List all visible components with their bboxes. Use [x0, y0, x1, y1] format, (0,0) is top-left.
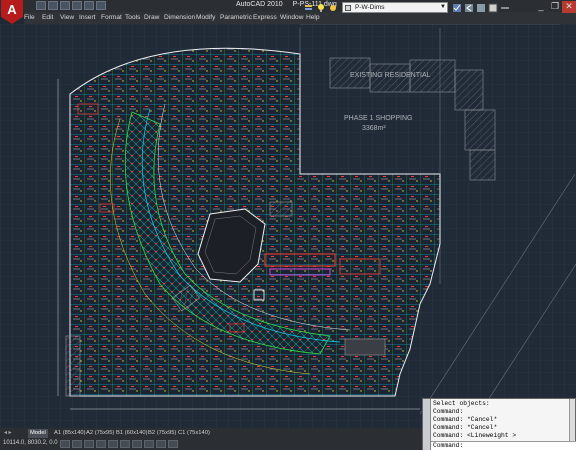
menu-parametric[interactable]: Parametric	[220, 14, 252, 21]
autocad-logo-icon[interactable]: A	[1, 0, 23, 24]
linetype-icon[interactable]	[500, 3, 510, 13]
grid-toggle[interactable]	[72, 440, 82, 448]
quick-access-toolbar	[36, 1, 106, 11]
menu-format[interactable]: Format	[101, 14, 122, 21]
command-history-line: Command:	[433, 408, 464, 415]
status-bar: 10114.0, 8030.2, 0.0	[0, 438, 422, 450]
menu-file[interactable]: File	[24, 14, 35, 21]
command-history-line: Command: <Lineweight >	[433, 432, 517, 439]
redo-icon[interactable]	[84, 1, 94, 10]
area-label: 3368m²	[362, 125, 386, 132]
close-button[interactable]: ✕	[562, 1, 576, 13]
menu-draw[interactable]: Draw	[144, 14, 159, 21]
dyn-toggle[interactable]	[144, 440, 154, 448]
current-layer-name: P-W-Dims	[355, 4, 385, 11]
polar-toggle[interactable]	[96, 440, 106, 448]
layer-properties-icon[interactable]	[304, 3, 314, 13]
menu-modify[interactable]: Modify	[196, 14, 215, 21]
command-input[interactable]: Command:	[431, 441, 576, 450]
existing-residential-label: EXISTING RESIDENTIAL	[350, 72, 431, 79]
autocad-window: A AutoCAD 2010 P-PS-111.dwg File Edit Vi…	[0, 0, 576, 450]
menu-tools[interactable]: Tools	[125, 14, 140, 21]
lineweight-toggle[interactable]	[156, 440, 166, 448]
new-file-icon[interactable]	[36, 1, 46, 10]
layer-state-icon[interactable]	[476, 3, 486, 13]
plot-icon[interactable]	[96, 1, 106, 10]
open-file-icon[interactable]	[48, 1, 58, 10]
save-icon[interactable]	[60, 1, 70, 10]
ortho-toggle[interactable]	[84, 440, 94, 448]
undo-icon[interactable]	[72, 1, 82, 10]
app-name: AutoCAD 2010	[236, 1, 283, 8]
drawing-canvas[interactable]: EXISTING RESIDENTIAL PHASE 1 SHOPPING 33…	[0, 24, 576, 428]
ducs-toggle[interactable]	[132, 440, 142, 448]
menu-view[interactable]: View	[60, 14, 74, 21]
tab-a1[interactable]: A1 (85x140)	[52, 429, 88, 438]
osnap-toggle[interactable]	[108, 440, 118, 448]
menu-edit[interactable]: Edit	[42, 14, 53, 21]
sun-freeze-icon[interactable]	[328, 3, 338, 13]
command-window[interactable]: Select objects: Command: Command: *Cance…	[422, 398, 576, 450]
menu-dimension[interactable]: Dimension	[164, 14, 195, 21]
tab-model[interactable]: Model	[28, 429, 48, 438]
lightbulb-icon[interactable]	[316, 3, 326, 13]
command-history-line: Select objects:	[433, 400, 490, 407]
color-control-icon[interactable]	[488, 3, 498, 13]
layer-previous-icon[interactable]	[464, 3, 474, 13]
tab-b2[interactable]: B2 (75x95)	[146, 429, 178, 438]
floor-plan: EXISTING RESIDENTIAL PHASE 1 SHOPPING 33…	[0, 24, 576, 428]
coordinates-readout: 10114.0, 8030.2, 0.0	[3, 440, 58, 446]
command-history-line: Command: *Cancel*	[433, 416, 498, 423]
menu-express[interactable]: Express	[253, 14, 277, 21]
tab-a2[interactable]: A2 (75x95)	[84, 429, 116, 438]
menu-window[interactable]: Window	[280, 14, 303, 21]
command-window-handle[interactable]	[423, 399, 431, 450]
restore-button[interactable]: ❐	[548, 1, 562, 13]
make-current-icon[interactable]	[452, 3, 462, 13]
tab-c1[interactable]: C1 (75x140)	[176, 429, 212, 438]
layer-toolbar: P-W-Dims ▼ _ ❐ ✕	[302, 1, 576, 19]
snap-toggle[interactable]	[60, 440, 70, 448]
minimize-button[interactable]: _	[534, 1, 548, 13]
drafting-settings	[60, 440, 178, 448]
layout-tabs: ◂ ▸ Model A1 (85x140) A2 (75x95) B1 (60x…	[0, 428, 422, 438]
layer-dropdown[interactable]: P-W-Dims ▼	[342, 2, 448, 13]
chevron-down-icon: ▼	[440, 4, 446, 10]
quick-properties-toggle[interactable]	[168, 440, 178, 448]
layer-color-swatch	[345, 5, 351, 11]
menu-insert[interactable]: Insert	[79, 14, 96, 21]
phase-label: PHASE 1 SHOPPING	[344, 115, 412, 122]
command-scrollbar[interactable]	[569, 399, 575, 441]
otrack-toggle[interactable]	[120, 440, 130, 448]
tab-nav-icon[interactable]: ◂ ▸	[2, 429, 13, 438]
command-history-line: Command: *Cancel*	[433, 424, 498, 431]
tab-b1[interactable]: B1 (60x140)	[114, 429, 150, 438]
